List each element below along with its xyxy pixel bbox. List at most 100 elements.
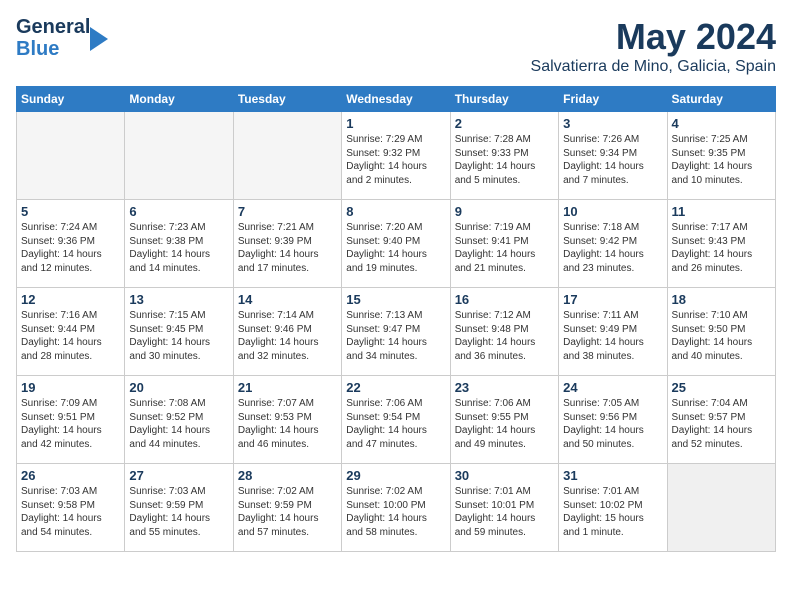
day-details: Sunrise: 7:17 AMSunset: 9:43 PMDaylight:… (672, 221, 771, 275)
day-number: 14 (238, 292, 337, 307)
day-number: 22 (346, 380, 445, 395)
calendar-cell (17, 112, 125, 200)
day-details: Sunrise: 7:04 AMSunset: 9:57 PMDaylight:… (672, 397, 771, 451)
day-number: 20 (129, 380, 228, 395)
location-title: Salvatierra de Mino, Galicia, Spain (531, 58, 776, 76)
calendar-cell: 15 Sunrise: 7:13 AMSunset: 9:47 PMDayligh… (342, 288, 450, 376)
day-details: Sunrise: 7:16 AMSunset: 9:44 PMDaylight:… (21, 309, 120, 363)
day-details: Sunrise: 7:20 AMSunset: 9:40 PMDaylight:… (346, 221, 445, 275)
day-number: 6 (129, 204, 228, 219)
day-details: Sunrise: 7:06 AMSunset: 9:54 PMDaylight:… (346, 397, 445, 451)
calendar-cell: 8 Sunrise: 7:20 AMSunset: 9:40 PMDaylight… (342, 200, 450, 288)
calendar-table: SundayMondayTuesdayWednesdayThursdayFrid… (16, 86, 776, 552)
day-number: 24 (563, 380, 662, 395)
day-details: Sunrise: 7:14 AMSunset: 9:46 PMDaylight:… (238, 309, 337, 363)
day-details: Sunrise: 7:02 AMSunset: 9:59 PMDaylight:… (238, 485, 337, 539)
day-details: Sunrise: 7:02 AMSunset: 10:00 PMDaylight… (346, 485, 445, 539)
day-number: 18 (672, 292, 771, 307)
day-number: 3 (563, 116, 662, 131)
calendar-week-row: 5Sunrise: 7:24 AMSunset: 9:36 PMDaylight… (17, 200, 776, 288)
day-details: Sunrise: 7:03 AMSunset: 9:58 PMDaylight:… (21, 485, 120, 539)
day-number: 26 (21, 468, 120, 483)
calendar-cell: 31Sunrise: 7:01 AMSunset: 10:02 PMDaylig… (559, 464, 667, 552)
page-header: General Blue May 2024 Salvatierra de Min… (16, 16, 776, 76)
column-header-tuesday: Tuesday (233, 87, 341, 112)
day-details: Sunrise: 7:23 AMSunset: 9:38 PMDaylight:… (129, 221, 228, 275)
day-details: Sunrise: 7:19 AMSunset: 9:41 PMDaylight:… (455, 221, 554, 275)
day-details: Sunrise: 7:06 AMSunset: 9:55 PMDaylight:… (455, 397, 554, 451)
column-header-saturday: Saturday (667, 87, 775, 112)
day-number: 13 (129, 292, 228, 307)
calendar-cell: 16 Sunrise: 7:12 AMSunset: 9:48 PMDayligh… (450, 288, 558, 376)
day-number: 4 (672, 116, 771, 131)
day-details: Sunrise: 7:08 AMSunset: 9:52 PMDaylight:… (129, 397, 228, 451)
day-number: 27 (129, 468, 228, 483)
day-number: 21 (238, 380, 337, 395)
column-header-friday: Friday (559, 87, 667, 112)
day-details: Sunrise: 7:13 AMSunset: 9:47 PMDaylight:… (346, 309, 445, 363)
day-details: Sunrise: 7:11 AMSunset: 9:49 PMDaylight:… (563, 309, 662, 363)
column-header-wednesday: Wednesday (342, 87, 450, 112)
calendar-cell: 22 Sunrise: 7:06 AMSunset: 9:54 PMDayligh… (342, 376, 450, 464)
calendar-cell: 2Sunrise: 7:28 AMSunset: 9:33 PMDaylight… (450, 112, 558, 200)
calendar-cell: 24Sunrise: 7:05 AMSunset: 9:56 PMDayligh… (559, 376, 667, 464)
calendar-cell: 9 Sunrise: 7:19 AMSunset: 9:41 PMDaylight… (450, 200, 558, 288)
day-details: Sunrise: 7:28 AMSunset: 9:33 PMDaylight:… (455, 133, 554, 187)
calendar-cell (233, 112, 341, 200)
day-number: 11 (672, 204, 771, 219)
calendar-cell: 11 Sunrise: 7:17 AMSunset: 9:43 PMDayligh… (667, 200, 775, 288)
month-title: May 2024 (531, 16, 776, 58)
logo: General Blue (16, 16, 108, 60)
calendar-cell: 23Sunrise: 7:06 AMSunset: 9:55 PMDayligh… (450, 376, 558, 464)
calendar-cell: 4 Sunrise: 7:25 AMSunset: 9:35 PMDaylight… (667, 112, 775, 200)
calendar-cell: 21 Sunrise: 7:07 AMSunset: 9:53 PMDayligh… (233, 376, 341, 464)
day-number: 19 (21, 380, 120, 395)
calendar-cell: 18 Sunrise: 7:10 AMSunset: 9:50 PMDayligh… (667, 288, 775, 376)
logo-arrow-icon (90, 27, 108, 51)
day-number: 31 (563, 468, 662, 483)
calendar-cell: 5Sunrise: 7:24 AMSunset: 9:36 PMDaylight… (17, 200, 125, 288)
calendar-cell: 20 Sunrise: 7:08 AMSunset: 9:52 PMDayligh… (125, 376, 233, 464)
calendar-cell (125, 112, 233, 200)
calendar-cell: 27Sunrise: 7:03 AMSunset: 9:59 PMDayligh… (125, 464, 233, 552)
calendar-week-row: 26 Sunrise: 7:03 AMSunset: 9:58 PMDayligh… (17, 464, 776, 552)
day-details: Sunrise: 7:09 AMSunset: 9:51 PMDaylight:… (21, 397, 120, 451)
day-details: Sunrise: 7:01 AMSunset: 10:01 PMDaylight… (455, 485, 554, 539)
calendar-cell: 30 Sunrise: 7:01 AMSunset: 10:01 PMDaylig… (450, 464, 558, 552)
day-number: 8 (346, 204, 445, 219)
day-number: 15 (346, 292, 445, 307)
logo-blue-text: Blue (16, 38, 90, 60)
calendar-cell: 26 Sunrise: 7:03 AMSunset: 9:58 PMDayligh… (17, 464, 125, 552)
day-details: Sunrise: 7:07 AMSunset: 9:53 PMDaylight:… (238, 397, 337, 451)
day-number: 29 (346, 468, 445, 483)
calendar-cell: 14 Sunrise: 7:14 AMSunset: 9:46 PMDayligh… (233, 288, 341, 376)
calendar-cell: 13 Sunrise: 7:15 AMSunset: 9:45 PMDayligh… (125, 288, 233, 376)
calendar-cell: 3 Sunrise: 7:26 AMSunset: 9:34 PMDaylight… (559, 112, 667, 200)
calendar-cell: 6 Sunrise: 7:23 AMSunset: 9:38 PMDaylight… (125, 200, 233, 288)
day-details: Sunrise: 7:12 AMSunset: 9:48 PMDaylight:… (455, 309, 554, 363)
day-details: Sunrise: 7:21 AMSunset: 9:39 PMDaylight:… (238, 221, 337, 275)
calendar-week-row: 1 Sunrise: 7:29 AMSunset: 9:32 PMDaylight… (17, 112, 776, 200)
title-block: May 2024 Salvatierra de Mino, Galicia, S… (531, 16, 776, 76)
day-number: 30 (455, 468, 554, 483)
logo-general-text: General (16, 16, 90, 38)
day-details: Sunrise: 7:25 AMSunset: 9:35 PMDaylight:… (672, 133, 771, 187)
day-number: 16 (455, 292, 554, 307)
column-header-sunday: Sunday (17, 87, 125, 112)
day-number: 17 (563, 292, 662, 307)
calendar-cell: 19 Sunrise: 7:09 AMSunset: 9:51 PMDayligh… (17, 376, 125, 464)
day-number: 9 (455, 204, 554, 219)
day-number: 1 (346, 116, 445, 131)
day-details: Sunrise: 7:26 AMSunset: 9:34 PMDaylight:… (563, 133, 662, 187)
day-number: 25 (672, 380, 771, 395)
calendar-cell: 7Sunrise: 7:21 AMSunset: 9:39 PMDaylight… (233, 200, 341, 288)
day-details: Sunrise: 7:24 AMSunset: 9:36 PMDaylight:… (21, 221, 120, 275)
calendar-week-row: 19 Sunrise: 7:09 AMSunset: 9:51 PMDayligh… (17, 376, 776, 464)
day-details: Sunrise: 7:29 AMSunset: 9:32 PMDaylight:… (346, 133, 445, 187)
day-details: Sunrise: 7:15 AMSunset: 9:45 PMDaylight:… (129, 309, 228, 363)
calendar-cell (667, 464, 775, 552)
calendar-cell: 29 Sunrise: 7:02 AMSunset: 10:00 PMDaylig… (342, 464, 450, 552)
calendar-cell: 25 Sunrise: 7:04 AMSunset: 9:57 PMDayligh… (667, 376, 775, 464)
day-details: Sunrise: 7:10 AMSunset: 9:50 PMDaylight:… (672, 309, 771, 363)
calendar-cell: 28Sunrise: 7:02 AMSunset: 9:59 PMDayligh… (233, 464, 341, 552)
